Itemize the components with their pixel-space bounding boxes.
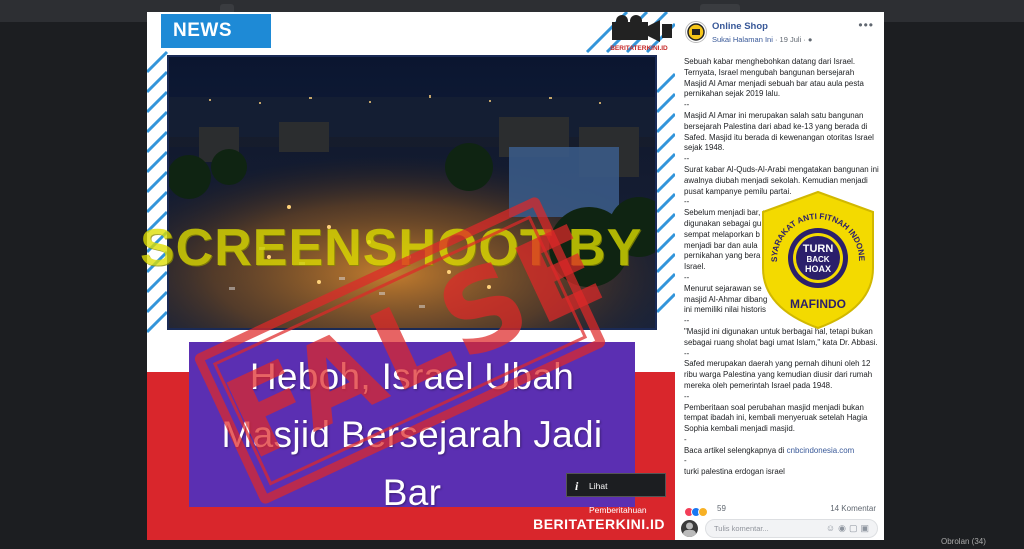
news-tag: NEWS	[161, 14, 271, 48]
camera-icon[interactable]: ◉	[838, 523, 849, 533]
reaction-count[interactable]: 59	[717, 504, 726, 513]
badge-center-line: HOAX	[805, 264, 831, 274]
post-paragraph: --	[684, 100, 690, 110]
more-options-icon[interactable]: •••	[858, 18, 874, 32]
mafindo-badge: MASYARAKAT ANTI FITNAH INDONESIA TURN BA…	[757, 190, 874, 330]
camera-logo: BERITATERKINI.ID	[604, 14, 674, 54]
page-name-link[interactable]: Online Shop	[712, 21, 768, 32]
post-paragraph: --	[684, 391, 690, 401]
read-more-prefix: Baca artikel selengkapnya di	[684, 445, 787, 455]
info-icon: i	[575, 479, 579, 493]
source-link[interactable]: cnbcindonesia.com	[787, 446, 855, 455]
badge-center-line: TURN	[803, 243, 834, 255]
post-date[interactable]: · 19 Juli ·	[775, 35, 806, 44]
post-paragraph: Sebuah kabar menghebohkan datang dari Is…	[684, 57, 867, 99]
camera-icon	[612, 15, 672, 42]
comment-count[interactable]: 14 Komentar	[830, 504, 876, 513]
comment-placeholder: Tulis komentar...	[714, 524, 769, 533]
post-paragraph: Masjid Al Amar ini merupakan salah satu …	[684, 110, 877, 153]
post-paragraph: --	[684, 348, 690, 358]
sad-reaction-icon	[698, 506, 708, 517]
post-paragraph: -	[684, 434, 687, 444]
post-tags: turki palestina erdogan israel	[684, 467, 785, 477]
camera-logo-text: BERITATERKINI.ID	[610, 45, 668, 52]
comment-bar: Tulis komentar... ☺◉▢▣	[681, 518, 878, 539]
gif-icon[interactable]: ▢	[849, 523, 861, 533]
post-paragraph: "Masjid ini digunakan untuk berbagai hal…	[684, 326, 878, 347]
post-paragraph: -	[684, 456, 687, 466]
emoji-icon[interactable]: ☺	[826, 523, 838, 533]
comment-input[interactable]: Tulis komentar... ☺◉▢▣	[705, 519, 878, 538]
like-page-link[interactable]: Sukai Halaman Ini	[712, 35, 773, 44]
sticker-icon[interactable]: ▣	[860, 523, 872, 533]
post-paragraph: Safed merupakan daerah yang pernah dihun…	[684, 359, 875, 390]
page-avatar[interactable]	[685, 21, 707, 43]
post-paragraph: Pemberitaan soal perubahan masjid menjad…	[684, 402, 870, 434]
post-paragraph: --	[684, 154, 690, 164]
badge-center-line: BACK	[806, 255, 829, 264]
reaction-icons[interactable]	[684, 503, 708, 517]
read-more-line: Baca artikel selengkapnya di cnbcindones…	[684, 446, 879, 457]
globe-icon: ●	[807, 35, 813, 44]
chat-footer[interactable]: Obrolan (34)	[941, 537, 986, 546]
view-notice-label: Lihat Pemberitahuan	[589, 481, 647, 515]
post-meta: Sukai Halaman Ini · 19 Juli · ●	[712, 35, 812, 44]
view-notice-button[interactable]: i Lihat Pemberitahuan	[566, 473, 666, 515]
user-avatar[interactable]	[681, 520, 698, 537]
comment-tools: ☺◉▢▣	[826, 520, 872, 537]
badge-bottom-text: MAFINDO	[790, 297, 846, 311]
